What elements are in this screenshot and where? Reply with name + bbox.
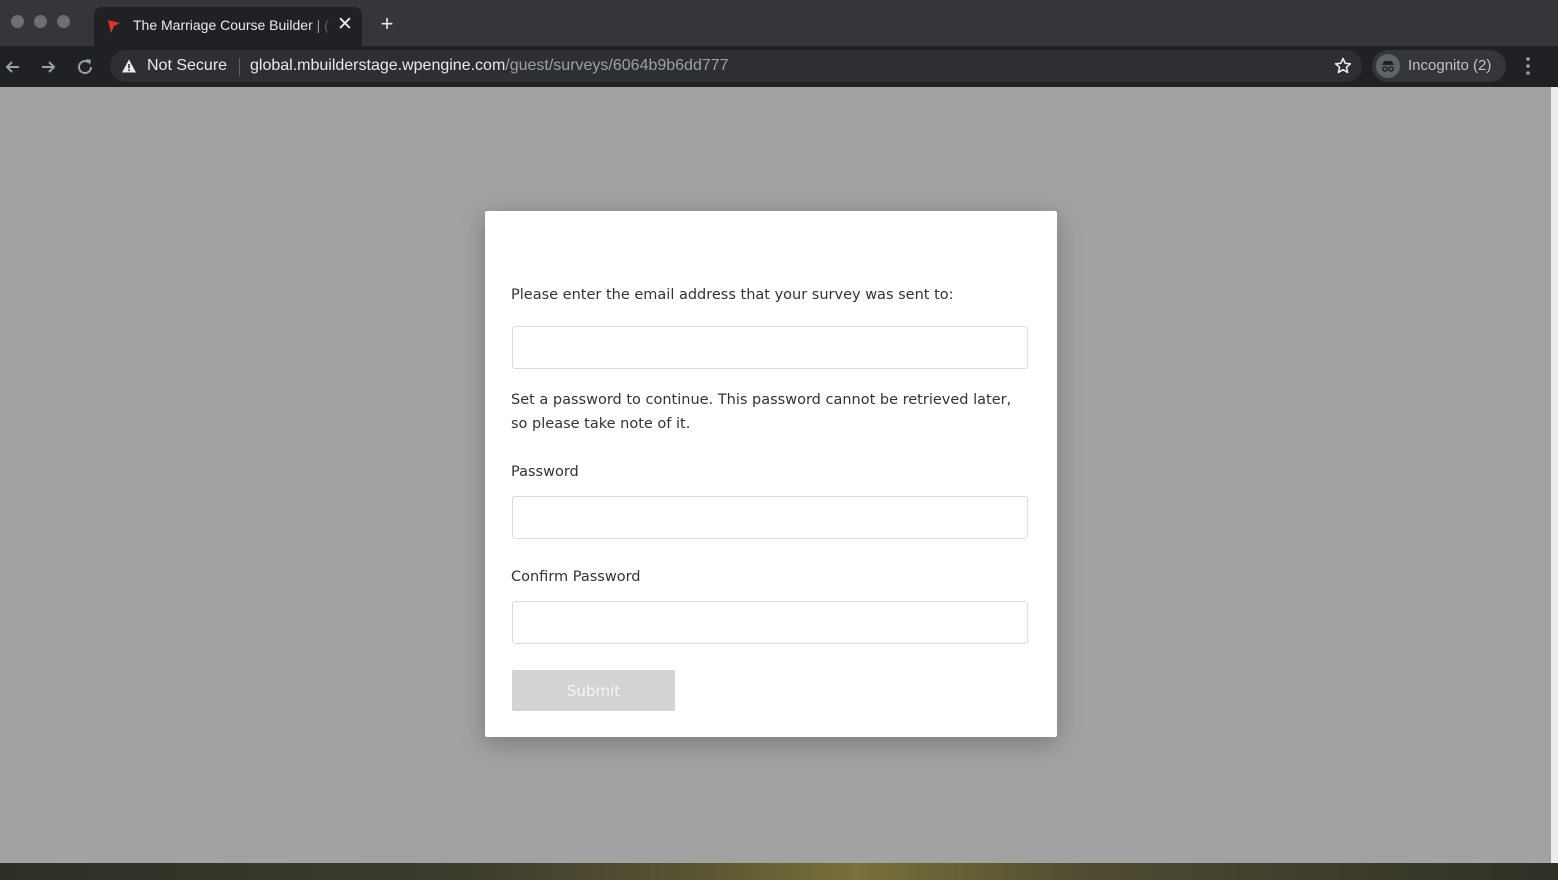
new-tab-button[interactable]: +	[376, 13, 398, 35]
window-minimize-button[interactable]	[34, 15, 47, 28]
page-overlay: Please enter the email address that your…	[0, 87, 1551, 863]
password-label: Password	[511, 464, 579, 480]
address-separator	[239, 58, 240, 76]
incognito-label: Incognito (2)	[1408, 57, 1492, 74]
warning-icon[interactable]	[121, 58, 137, 74]
browser-tab[interactable]: The Marriage Course Builder | ( ✕	[94, 7, 362, 46]
incognito-icon	[1376, 54, 1400, 78]
menu-icon[interactable]	[1518, 54, 1538, 78]
url-host: global.mbuilderstage.wpengine.com	[250, 57, 506, 74]
confirm-password-field[interactable]	[512, 601, 1028, 644]
survey-access-dialog: Please enter the email address that your…	[485, 211, 1057, 737]
email-prompt: Please enter the email address that your…	[511, 287, 954, 303]
confirm-password-label: Confirm Password	[511, 569, 641, 585]
reload-icon[interactable]	[72, 54, 98, 80]
email-field[interactable]	[512, 326, 1028, 369]
security-status[interactable]: Not Secure	[147, 57, 227, 75]
window-close-button[interactable]	[11, 15, 24, 28]
incognito-profile-button[interactable]: Incognito (2)	[1372, 50, 1506, 82]
desktop-background	[0, 863, 1558, 880]
url-path: /guest/surveys/6064b9b6dd777	[505, 57, 729, 74]
tab-title: The Marriage Course Builder | (	[133, 17, 329, 33]
browser-toolbar: Not Secure global.mbuilderstage.wpengine…	[0, 46, 1558, 87]
browser-tab-bar: The Marriage Course Builder | ( ✕ +	[0, 0, 1558, 46]
tab-title-fade	[308, 13, 334, 39]
back-icon[interactable]	[0, 54, 26, 80]
submit-button[interactable]: Submit	[512, 670, 675, 711]
password-notice: Set a password to continue. This passwor…	[511, 392, 1012, 432]
password-field[interactable]	[512, 496, 1028, 539]
url-text[interactable]: global.mbuilderstage.wpengine.com/guest/…	[250, 57, 729, 75]
tab-close-icon[interactable]: ✕	[334, 14, 356, 36]
flag-favicon-icon	[108, 20, 120, 33]
address-bar[interactable]: Not Secure global.mbuilderstage.wpengine…	[110, 50, 1362, 82]
forward-icon[interactable]	[35, 54, 61, 80]
window-zoom-button[interactable]	[57, 15, 70, 28]
star-icon[interactable]	[1334, 57, 1352, 75]
scrollbar-track[interactable]	[1551, 87, 1558, 863]
